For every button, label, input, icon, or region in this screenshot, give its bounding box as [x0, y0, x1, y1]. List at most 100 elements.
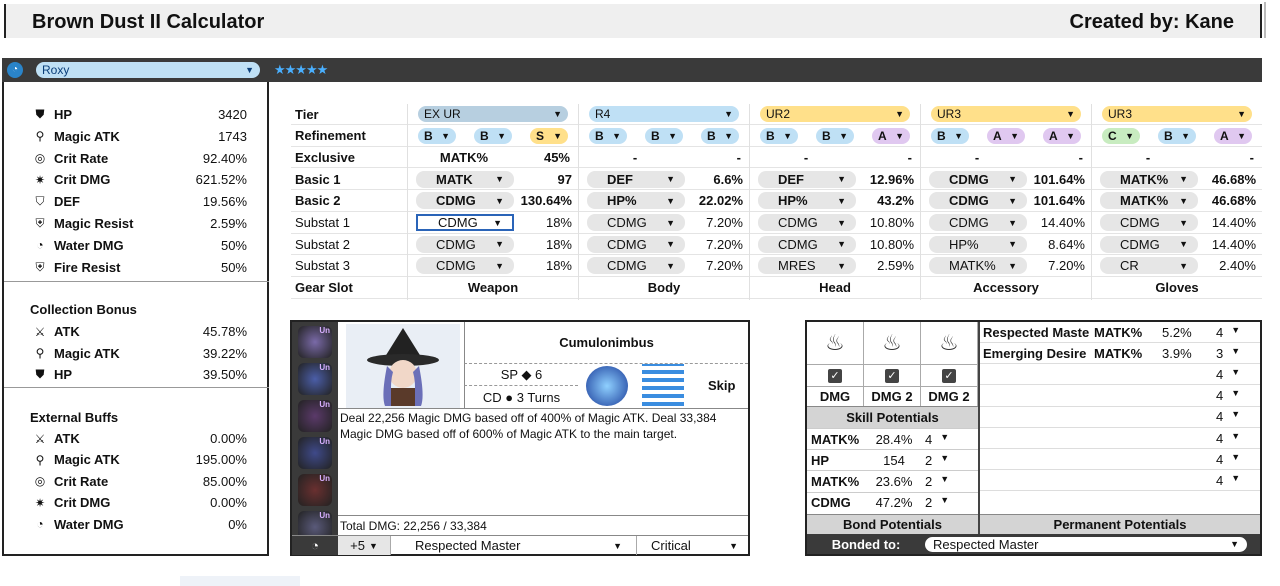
refinement-select[interactable]: B ▼	[701, 127, 739, 144]
tier-select[interactable]: R4 ▼	[589, 106, 739, 122]
refinement-select[interactable]: B ▼	[931, 127, 969, 144]
tier-select[interactable]: UR2 ▼	[760, 106, 910, 122]
sub1-stat-select[interactable]: CDMG ▼	[929, 214, 1027, 231]
refinement-select[interactable]: B ▼	[474, 127, 512, 144]
exclusive-stat: -	[1145, 149, 1151, 165]
level-select[interactable]: 3 ▼	[1216, 346, 1240, 361]
stat-value: 92.40%	[202, 150, 247, 166]
sub1-value: 7.20%	[706, 215, 743, 230]
water-element-icon: ◔	[7, 62, 23, 78]
gear-slot-label: Head	[750, 278, 920, 299]
sub2-stat-select[interactable]: CDMG ▼	[758, 235, 856, 253]
refinement-select[interactable]: B ▼	[589, 127, 627, 144]
level-select[interactable]: 2 ▼	[925, 495, 965, 510]
level-select[interactable]: 4 ▼	[1216, 325, 1240, 340]
gear-row-label: Exclusive	[291, 147, 407, 169]
stat-value: 195.00%	[195, 452, 247, 468]
sub2-stat-select[interactable]: HP% ▼	[929, 235, 1027, 253]
tier-select[interactable]: UR3 ▼	[931, 106, 1081, 122]
level-select[interactable]: +5 ▼	[338, 536, 390, 555]
sub3-value: 18%	[545, 258, 572, 274]
level-select[interactable]: 4 ▼	[1216, 473, 1240, 488]
sub1-stat-select[interactable]: CDMG ▼	[587, 214, 685, 231]
chevron-down-icon: ▼	[495, 174, 504, 185]
scrollbar-track[interactable]	[180, 576, 300, 586]
potential-checkbox[interactable]: ✓	[828, 368, 842, 383]
stat-row: ◎ Crit Rate 92.40%	[4, 148, 269, 169]
level-select[interactable]: 4 ▼	[1216, 452, 1240, 467]
basic2-stat-select[interactable]: HP% ▼	[587, 192, 685, 210]
level-select[interactable]: 4 ▼	[1216, 367, 1240, 382]
character-select[interactable]: Roxy ▼	[36, 62, 260, 78]
potential-checkbox[interactable]: ✓	[942, 368, 956, 383]
skip-label[interactable]: Skip	[708, 378, 735, 393]
gear-row-label: Substat 1	[291, 213, 407, 234]
refinement-select[interactable]: A ▼	[987, 127, 1025, 144]
level-select[interactable]: 4 ▼	[1216, 431, 1240, 446]
level-select[interactable]: 2 ▼	[925, 453, 965, 468]
chevron-down-icon: ▼	[1231, 409, 1241, 420]
basic2-stat-select[interactable]: CDMG ▼	[929, 192, 1027, 210]
sub1-stat-select[interactable]: CDMG ▼	[416, 214, 514, 231]
refinement-select[interactable]: C ▼	[1102, 127, 1140, 144]
tier-select[interactable]: UR3 ▼	[1102, 106, 1252, 122]
sub3-stat-select[interactable]: CDMG ▼	[587, 257, 685, 275]
stat-label: DEF	[54, 194, 80, 210]
stat-label: Magic Resist	[54, 216, 134, 231]
level-select[interactable]: 4 ▼	[1216, 388, 1240, 403]
costume-thumbnail[interactable]: Un	[298, 326, 332, 358]
star-rating[interactable]: ★★★★★	[274, 62, 328, 78]
refinement-select[interactable]: A ▼	[872, 127, 910, 144]
sub1-stat-select[interactable]: CDMG ▼	[1100, 214, 1198, 231]
basic1-stat-select[interactable]: MATK% ▼	[1100, 170, 1198, 188]
refinement-select[interactable]: A ▼	[1043, 127, 1081, 144]
fire-shield-icon: ⛨	[35, 259, 45, 274]
level-select[interactable]: 2 ▼	[925, 474, 965, 489]
magic-shield-icon: ⛨	[35, 216, 45, 230]
costume-thumbnail[interactable]: Un	[298, 400, 332, 432]
sub3-stat-select[interactable]: CDMG ▼	[416, 257, 514, 275]
basic1-stat-select[interactable]: DEF ▼	[587, 170, 685, 188]
sub2-stat-select[interactable]: CDMG ▼	[587, 235, 685, 253]
basic1-stat-select[interactable]: MATK ▼	[416, 170, 514, 188]
basic2-stat-select[interactable]: CDMG ▼	[416, 192, 514, 210]
potential-checkbox[interactable]: ✓	[885, 368, 899, 383]
refinement-select[interactable]: A ▼	[1214, 127, 1252, 144]
bond-select[interactable]: Respected Master ▼	[390, 536, 636, 555]
basic1-value: 101.64%	[1033, 171, 1085, 187]
costume-thumbnail[interactable]: Un	[298, 363, 332, 395]
costume-thumbnail[interactable]: Un	[298, 474, 332, 506]
basic2-stat-select[interactable]: MATK% ▼	[1100, 192, 1198, 210]
level-select[interactable]: 4 ▼	[1216, 409, 1240, 424]
refinement-select[interactable]: B ▼	[645, 127, 683, 144]
sub3-stat-select[interactable]: CR ▼	[1100, 257, 1198, 275]
range-grid-icon	[642, 364, 684, 406]
sub3-stat-select[interactable]: MATK% ▼	[929, 257, 1027, 275]
basic1-stat-select[interactable]: CDMG ▼	[929, 170, 1027, 188]
level-select[interactable]: 4 ▼	[925, 432, 965, 447]
costume-thumbnail[interactable]: Un	[298, 437, 332, 469]
sub2-stat-select[interactable]: CDMG ▼	[1100, 235, 1198, 253]
refinement-select[interactable]: B ▼	[816, 127, 854, 144]
refinement-select[interactable]: B ▼	[418, 127, 456, 144]
refinement-select[interactable]: B ▼	[1158, 127, 1196, 144]
exclusive-value: -	[736, 149, 741, 165]
refinement-select[interactable]: S ▼	[530, 127, 568, 144]
exclusive-value: -	[907, 149, 912, 165]
refinement-select[interactable]: B ▼	[760, 127, 798, 144]
bonded-select[interactable]: Respected Master ▼	[925, 536, 1247, 552]
total-damage: Total DMG: 22,256 / 33,384	[338, 515, 748, 535]
costume-strip: Un Un Un Un Un Un	[292, 322, 338, 554]
damage-mode-select[interactable]: Critical ▼	[636, 536, 748, 555]
tier-select[interactable]: EX UR ▼	[418, 106, 568, 122]
wand-icon: ⚲	[35, 452, 45, 467]
sub2-stat-select[interactable]: CDMG ▼	[416, 235, 514, 253]
skill-cooldown: CD ● 3 Turns	[464, 386, 578, 408]
basic2-stat-select[interactable]: HP% ▼	[758, 192, 856, 210]
chevron-down-icon: ▼	[1010, 130, 1019, 141]
basic1-stat-select[interactable]: DEF ▼	[758, 170, 856, 188]
app-title: Brown Dust II Calculator	[32, 11, 265, 33]
sub3-stat-select[interactable]: MRES ▼	[758, 257, 856, 275]
sub1-stat-select[interactable]: CDMG ▼	[758, 214, 856, 231]
stats-panel: ⛊ HP 3420 ⚲ Magic ATK 1743 ◎ Crit Rate 92.40% ✷ Cr…	[2, 82, 269, 556]
